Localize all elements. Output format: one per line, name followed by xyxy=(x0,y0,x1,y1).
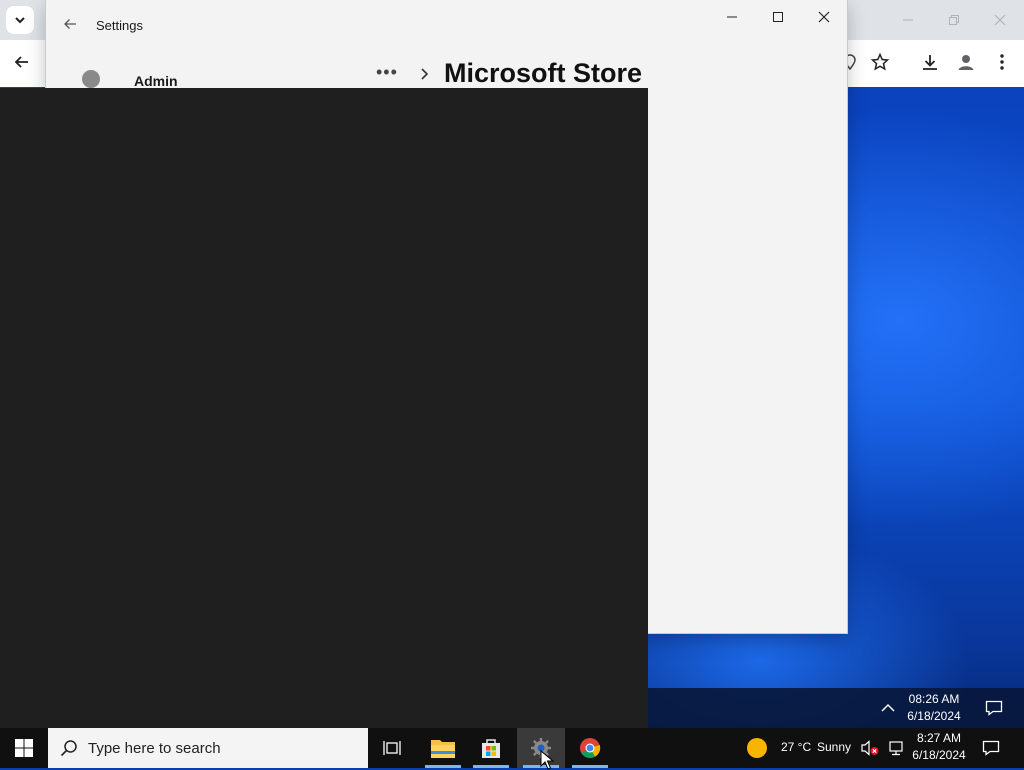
chrome-minimize-button[interactable] xyxy=(896,8,920,32)
notification-icon xyxy=(982,740,1000,756)
download-icon xyxy=(923,55,937,70)
clock-time: 8:27 AM xyxy=(916,731,962,745)
microsoft-store-icon xyxy=(482,739,500,758)
secondary-notifications-button[interactable] xyxy=(982,696,1006,720)
chrome-close-button[interactable] xyxy=(988,8,1012,32)
window-title: Settings xyxy=(96,18,143,33)
weather-temperature: 27 °C xyxy=(781,740,812,754)
secondary-taskbar-tray: 08:26 AM 6/18/2024 xyxy=(648,688,1024,728)
breadcrumb-chevron-icon xyxy=(418,64,432,84)
search-icon xyxy=(60,740,77,757)
blank-dark-panel xyxy=(0,88,648,728)
chrome-back-button[interactable] xyxy=(10,50,34,74)
chrome-icon xyxy=(580,738,601,758)
star-icon xyxy=(871,53,889,71)
microsoft-store-button[interactable] xyxy=(467,728,515,768)
sun-icon xyxy=(747,738,767,758)
secondary-clock[interactable]: 08:26 AM 6/18/2024 xyxy=(898,691,970,725)
more-vert-icon xyxy=(1000,54,1004,70)
maximize-icon xyxy=(773,12,783,22)
secondary-date: 6/18/2024 xyxy=(907,709,961,723)
start-button[interactable] xyxy=(0,728,48,768)
file-explorer-button[interactable] xyxy=(419,728,467,768)
page-title: Microsoft Store xyxy=(444,58,643,88)
weather-description: Sunny xyxy=(817,740,852,754)
chrome-restore-button[interactable] xyxy=(942,8,966,32)
taskbar: Type here to search 27 °C Sunny 8:27 AM … xyxy=(0,728,1024,768)
user-name: Admin xyxy=(134,73,178,89)
task-view-icon xyxy=(383,741,401,755)
profile-icon xyxy=(958,55,974,70)
taskbar-search-box[interactable]: Type here to search xyxy=(48,728,368,768)
search-placeholder: Type here to search xyxy=(88,739,221,757)
chrome-button[interactable] xyxy=(566,728,614,768)
chevron-up-icon xyxy=(881,703,895,712)
file-explorer-icon xyxy=(431,740,455,758)
breadcrumb-more-button[interactable]: ••• xyxy=(376,62,398,83)
mouse-cursor-icon xyxy=(540,750,554,770)
show-hidden-icons-button[interactable] xyxy=(876,696,900,720)
settings-close-button[interactable] xyxy=(812,6,836,28)
tab-search-button[interactable] xyxy=(6,6,34,34)
settings-minimize-button[interactable] xyxy=(720,6,744,28)
back-arrow-icon xyxy=(64,19,76,29)
minimize-icon xyxy=(727,16,737,18)
windows-logo-icon xyxy=(15,739,33,757)
chevron-down-icon xyxy=(15,17,25,24)
taskbar-clock[interactable]: 8:27 AM 6/18/2024 xyxy=(902,730,976,764)
secondary-time: 08:26 AM xyxy=(908,692,960,706)
back-arrow-icon xyxy=(14,56,28,68)
chevron-right-icon xyxy=(421,68,429,80)
bookmark-star-button[interactable] xyxy=(868,50,892,74)
downloads-button[interactable] xyxy=(918,50,942,74)
close-icon xyxy=(818,11,830,23)
clock-date: 6/18/2024 xyxy=(912,748,966,762)
notifications-button[interactable] xyxy=(979,736,1003,760)
restore-icon xyxy=(949,15,959,25)
settings-maximize-button[interactable] xyxy=(766,6,790,28)
close-icon xyxy=(994,14,1006,26)
chrome-menu-button[interactable] xyxy=(990,50,1014,74)
weather-widget[interactable] xyxy=(744,736,770,760)
volume-button[interactable] xyxy=(858,736,882,760)
task-view-button[interactable] xyxy=(368,728,416,768)
settings-back-button[interactable] xyxy=(60,14,80,34)
volume-muted-icon xyxy=(861,740,879,756)
minimize-icon xyxy=(903,19,913,21)
profile-button[interactable] xyxy=(954,50,978,74)
notification-icon xyxy=(985,700,1003,716)
avatar[interactable] xyxy=(82,70,100,88)
